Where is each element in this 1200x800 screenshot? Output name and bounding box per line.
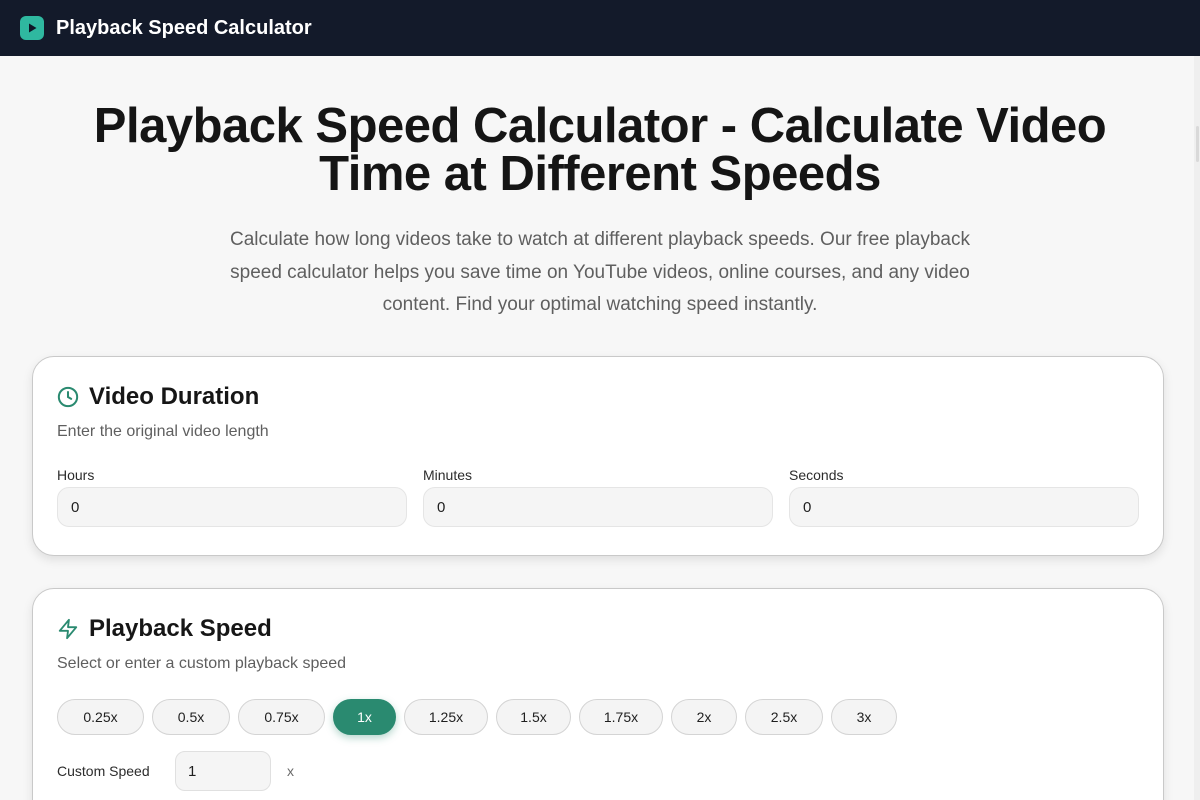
speed-button-0-25x[interactable]: 0.25x [57,699,144,735]
video-duration-card: Video Duration Enter the original video … [32,356,1164,556]
speed-button-1x[interactable]: 1x [333,699,396,735]
lightning-icon [58,618,78,640]
minutes-field-group: Minutes [423,467,773,527]
minutes-label: Minutes [423,467,473,483]
playback-speed-card: Playback Speed Select or enter a custom … [32,588,1164,800]
speed-button-2-5x[interactable]: 2.5x [745,699,823,735]
seconds-label: Seconds [789,467,844,483]
page-title-line-1: Playback Speed Calculator - Calculate Vi… [93,99,1107,153]
seconds-field-group: Seconds [789,467,1139,527]
video-duration-title: Video Duration [89,383,260,410]
brand-title[interactable]: Playback Speed Calculator [56,17,312,40]
hero-section: Playback Speed Calculator - Calculate Vi… [0,56,1200,322]
top-navbar: Playback Speed Calculator [0,0,1200,56]
speed-preset-group: 0.25x 0.5x 0.75x 1x 1.25x 1.5x 1.75x 2x … [57,699,1139,735]
custom-speed-unit: x [287,763,294,779]
minutes-input[interactable] [423,487,773,527]
speed-button-1-5x[interactable]: 1.5x [496,699,571,735]
speed-button-1-25x[interactable]: 1.25x [404,699,488,735]
video-duration-subtitle: Enter the original video length [57,423,269,440]
hours-input[interactable] [57,487,407,527]
speed-button-1-75x[interactable]: 1.75x [579,699,663,735]
hours-field-group: Hours [57,467,407,527]
scrollbar-thumb[interactable] [1196,126,1199,162]
page-title-line-2: Time at Different Speeds [319,147,881,201]
page-title: Playback Speed Calculator - Calculate Vi… [0,99,1200,201]
play-icon[interactable] [20,16,44,40]
seconds-input[interactable] [789,487,1139,527]
speed-button-2x[interactable]: 2x [671,699,737,735]
custom-speed-label: Custom Speed [57,763,150,779]
clock-icon [57,386,79,408]
speed-button-0-75x[interactable]: 0.75x [238,699,325,735]
page-description: Calculate how long videos take to watch … [229,229,971,315]
scrollbar-track[interactable] [1194,56,1200,800]
hours-label: Hours [57,467,95,483]
playback-speed-title: Playback Speed [89,615,272,642]
speed-button-3x[interactable]: 3x [831,699,897,735]
speed-button-0-5x[interactable]: 0.5x [152,699,230,735]
custom-speed-input[interactable] [175,751,271,791]
playback-speed-subtitle: Select or enter a custom playback speed [57,655,347,672]
